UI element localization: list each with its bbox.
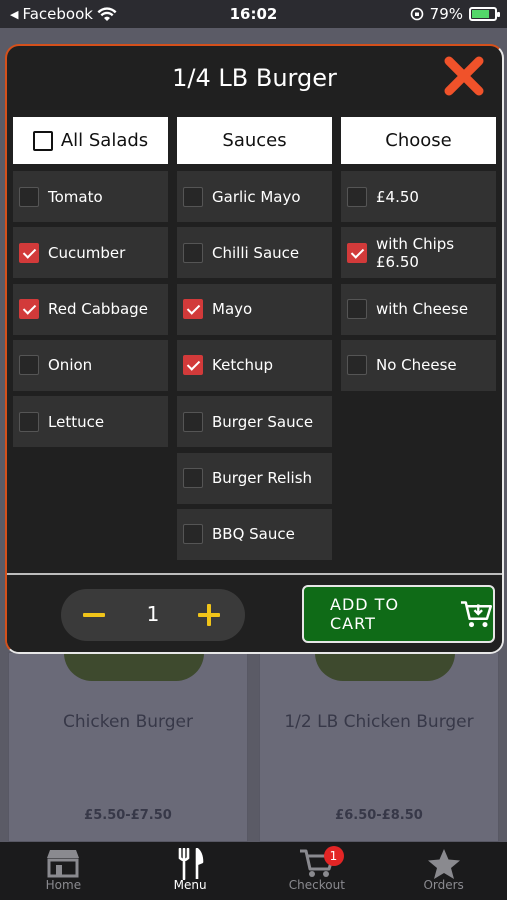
battery-icon (469, 7, 500, 21)
option-item[interactable]: Garlic Mayo (177, 171, 332, 222)
checked-checkbox[interactable] (19, 299, 39, 320)
app-screen: ◀ Facebook 16:02 79% Chicken Burger £5.50… (0, 0, 507, 900)
product-image (315, 653, 455, 681)
option-label: Chilli Sauce (212, 243, 300, 262)
unchecked-checkbox[interactable] (19, 411, 39, 432)
unchecked-checkbox[interactable] (183, 524, 203, 545)
option-item[interactable]: Red Cabbage (13, 283, 168, 335)
product-price: £6.50-£8.50 (335, 808, 423, 823)
star-icon (380, 842, 507, 879)
option-label: Red Cabbage (48, 300, 148, 319)
option-item[interactable]: Burger Relish (177, 452, 332, 504)
fork-knife-icon (127, 842, 254, 881)
unchecked-checkbox[interactable] (347, 186, 367, 207)
option-label: Garlic Mayo (212, 187, 301, 206)
tab-checkout-label: Checkout (288, 878, 345, 892)
select-all-checkbox[interactable] (32, 130, 53, 151)
option-label: No Cheese (376, 356, 457, 375)
option-item[interactable]: No Cheese (341, 339, 496, 391)
orientation-lock-icon (410, 7, 423, 21)
tab-home-label: Home (45, 878, 82, 892)
tab-bar: Home Menu 1 Checkout Orders (0, 842, 507, 900)
option-item[interactable]: Burger Sauce (177, 396, 332, 448)
option-item[interactable]: Lettuce (13, 396, 168, 448)
unchecked-checkbox[interactable] (347, 355, 367, 376)
option-item[interactable]: Cucumber (13, 227, 168, 279)
checked-checkbox[interactable] (347, 242, 367, 263)
option-item[interactable]: with Cheese (341, 283, 496, 335)
cart-count-badge: 1 (323, 846, 344, 866)
checked-checkbox[interactable] (19, 242, 39, 263)
tab-home[interactable]: Home (0, 842, 127, 900)
battery-percent: 79% (429, 5, 463, 23)
option-item[interactable]: BBQ Sauce (177, 508, 332, 560)
tab-menu-label: Menu (173, 878, 207, 892)
column-header-1: Sauces (177, 117, 332, 164)
tab-orders[interactable]: Orders (380, 842, 507, 900)
option-label: Burger Sauce (212, 412, 314, 431)
add-to-cart-icon (461, 601, 493, 628)
unchecked-checkbox[interactable] (183, 468, 203, 488)
product-name: 1/2 LB Chicken Burger (284, 712, 474, 732)
column-header-label: Sauces (222, 130, 287, 151)
unchecked-checkbox[interactable] (347, 299, 367, 320)
product-options-modal: 1/4 LB Burger All Salads Tomato Cucumber Re… (5, 44, 504, 654)
column-header-label: Choose (385, 130, 452, 151)
close-button[interactable] (442, 54, 486, 98)
unchecked-checkbox[interactable] (19, 355, 39, 376)
unchecked-checkbox[interactable] (183, 411, 203, 432)
option-item[interactable]: £4.50 (341, 171, 496, 222)
tab-menu[interactable]: Menu (127, 842, 254, 900)
option-item[interactable]: Ketchup (177, 339, 332, 391)
modal-footer: 1 ADD TO CART (7, 573, 502, 652)
checked-checkbox[interactable] (183, 299, 203, 320)
store-icon (0, 842, 127, 878)
unchecked-checkbox[interactable] (183, 242, 203, 263)
option-label: with Cheese (376, 300, 469, 319)
modal-title: 1/4 LB Burger (172, 64, 337, 92)
product-card[interactable]: Chicken Burger £5.50-£7.50 (8, 652, 248, 842)
product-card[interactable]: 1/2 LB Chicken Burger £6.50-£8.50 (259, 652, 499, 842)
option-label: Onion (48, 356, 93, 375)
option-label: Mayo (212, 300, 253, 319)
option-item[interactable]: Onion (13, 339, 168, 391)
status-bar: ◀ Facebook 16:02 79% (0, 0, 507, 28)
option-item[interactable]: Chilli Sauce (177, 227, 332, 279)
option-label: Ketchup (212, 356, 273, 375)
option-label: Cucumber (48, 243, 126, 262)
option-label: with Chips £6.50 (376, 234, 455, 271)
unchecked-checkbox[interactable] (19, 186, 39, 207)
add-to-cart-button[interactable]: ADD TO CART (302, 585, 495, 643)
column-header-2: Choose (341, 117, 496, 164)
add-to-cart-label: ADD TO CART (330, 595, 400, 633)
status-right: 79% (410, 5, 500, 23)
product-name: Chicken Burger (63, 712, 193, 732)
option-item[interactable]: with Chips £6.50 (341, 227, 496, 279)
unchecked-checkbox[interactable] (183, 186, 203, 207)
product-image (64, 653, 204, 681)
product-price: £5.50-£7.50 (84, 808, 172, 823)
option-label: £4.50 (376, 187, 419, 206)
close-icon (444, 56, 484, 96)
checked-checkbox[interactable] (183, 355, 203, 376)
option-label: Lettuce (48, 412, 105, 431)
option-item[interactable]: Tomato (13, 171, 168, 222)
cart-icon (254, 842, 381, 878)
increase-quantity-button-vertical[interactable] (207, 604, 211, 626)
column-header-0[interactable]: All Salads (13, 117, 168, 164)
column-header-label: All Salads (60, 130, 149, 151)
option-label: BBQ Sauce (212, 525, 295, 544)
tab-checkout[interactable]: 1 Checkout (254, 842, 381, 900)
tab-orders-label: Orders (423, 878, 464, 892)
option-label: Tomato (48, 187, 103, 206)
option-label: Burger Relish (212, 469, 313, 487)
quantity-stepper: 1 (61, 589, 245, 641)
option-item[interactable]: Mayo (177, 283, 332, 335)
